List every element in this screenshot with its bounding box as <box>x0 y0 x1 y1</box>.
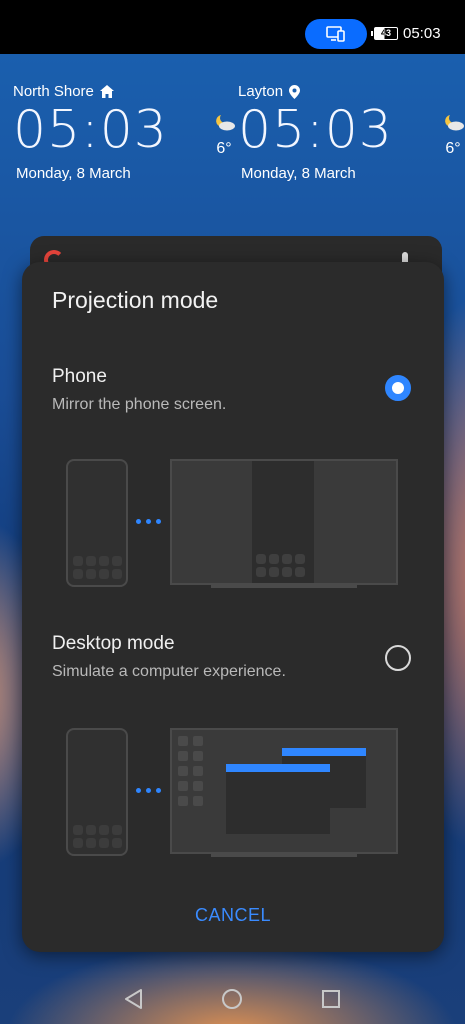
battery-icon: 43 <box>371 27 398 40</box>
monitor-stand <box>211 854 357 857</box>
partly-cloudy-night-icon <box>445 115 464 131</box>
home-circle-icon[interactable] <box>221 988 243 1010</box>
clock-widget-north-shore[interactable]: North Shore 05:03 Monday, 8 March 6° <box>13 83 238 182</box>
monitor-graphic <box>170 459 398 585</box>
dialog-title: Projection mode <box>52 287 219 313</box>
phone-graphic <box>66 459 128 587</box>
desktop-icons <box>178 736 203 806</box>
phone-mode-illustration <box>66 459 401 591</box>
option-phone-subtitle: Mirror the phone screen. <box>52 396 227 413</box>
monitor-graphic <box>170 728 398 854</box>
clock-city-label: North Shore <box>13 83 94 100</box>
clock-date: Monday, 8 March <box>16 165 131 182</box>
desktop-window-front <box>226 764 330 834</box>
status-bar: 43 05:03 <box>0 0 465 54</box>
clock-weather: 6° <box>439 113 465 158</box>
clock-widget-layton[interactable]: Layton 05:03 Monday, 8 March 6° <box>238 83 465 182</box>
back-triangle-icon[interactable] <box>123 988 145 1010</box>
desktop-mode-illustration <box>66 728 401 860</box>
clock-weather: 6° <box>210 113 238 158</box>
mirrored-phone-screen <box>252 461 314 583</box>
partly-cloudy-night-icon <box>216 115 235 131</box>
connection-dots <box>136 519 161 524</box>
option-phone-radio[interactable] <box>385 375 411 401</box>
clock-city-label: Layton <box>238 83 284 100</box>
clock-temp: 6° <box>216 140 232 157</box>
recents-square-icon[interactable] <box>320 988 342 1010</box>
monitor-stand <box>211 585 357 588</box>
navigation-bar <box>0 972 465 1024</box>
clock-temp: 6° <box>445 140 461 157</box>
clock-date: Monday, 8 March <box>241 165 356 182</box>
option-desktop-radio[interactable] <box>385 645 411 671</box>
cancel-button[interactable]: CANCEL <box>22 905 444 926</box>
clock-time: 05:03 <box>13 100 168 160</box>
battery-level: 43 <box>380 28 391 38</box>
clock-city: Layton <box>238 83 463 100</box>
screen-cast-pill[interactable] <box>305 19 367 49</box>
projection-mode-dialog: Projection mode Phone Mirror the phone s… <box>22 262 444 952</box>
option-desktop-subtitle: Simulate a computer experience. <box>52 663 286 680</box>
phone-graphic <box>66 728 128 856</box>
clock-city: North Shore <box>13 83 238 100</box>
option-phone-title[interactable]: Phone <box>52 366 107 388</box>
status-time: 05:03 <box>403 25 441 42</box>
clock-time: 05:03 <box>238 100 393 160</box>
home-icon <box>99 85 114 98</box>
connection-dots <box>136 788 161 793</box>
screen-cast-icon <box>326 26 345 42</box>
location-pin-icon <box>289 84 301 99</box>
option-desktop-title[interactable]: Desktop mode <box>52 633 175 655</box>
